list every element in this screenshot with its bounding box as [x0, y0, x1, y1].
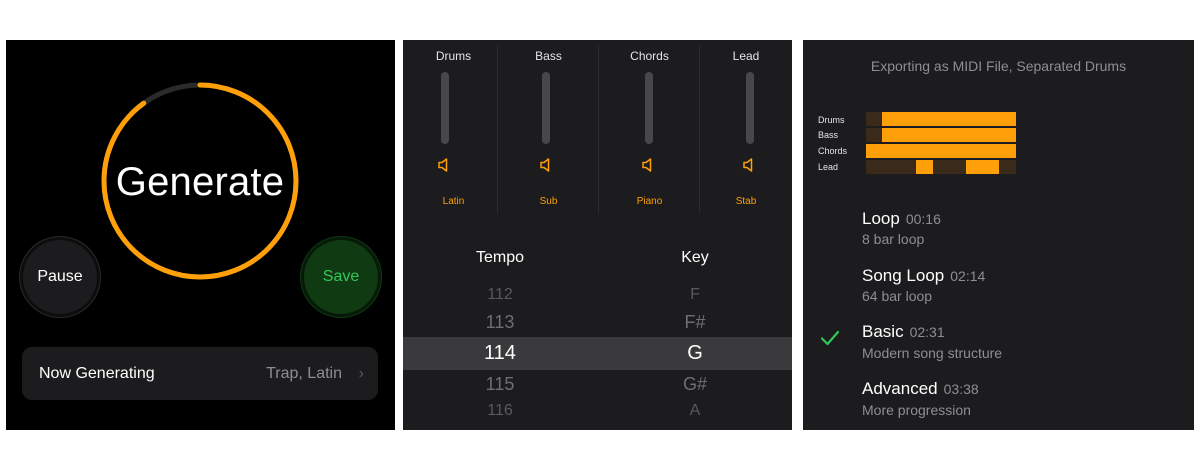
export-title: Exporting as MIDI File, Separated Drums — [870, 58, 1127, 74]
track-name: Bass — [535, 49, 562, 63]
speaker-icon[interactable] — [641, 157, 657, 173]
option-title-row: Advanced 03:38 — [862, 379, 979, 399]
chevron-right-icon: › — [358, 365, 364, 382]
option-title-row: Basic 02:31 — [862, 322, 945, 342]
key-header: Key — [681, 249, 709, 266]
picker-item[interactable]: 116 — [403, 402, 597, 420]
save-button[interactable]: Save — [304, 240, 378, 314]
sound-name[interactable]: Sub — [498, 196, 599, 207]
picker-item[interactable]: 113 — [403, 312, 597, 333]
option-title-row: Loop 00:16 — [862, 209, 941, 229]
option-duration: 02:14 — [950, 268, 986, 284]
lane-label: Drums — [818, 115, 845, 125]
checkmark-icon — [820, 330, 840, 346]
sound-name[interactable]: Piano — [599, 196, 700, 207]
export-screen: Exporting as MIDI File, Separated Drums … — [803, 40, 1194, 430]
picker-item-selected[interactable]: G — [598, 342, 792, 365]
option-duration: 03:38 — [943, 381, 979, 397]
pause-button[interactable]: Pause — [23, 240, 97, 314]
sound-name[interactable]: Stab — [700, 196, 792, 207]
option-title: Loop — [862, 209, 900, 228]
picker-item[interactable]: F# — [598, 312, 792, 333]
option-subtitle: Modern song structure — [862, 345, 1003, 361]
picker-item[interactable]: A — [598, 402, 792, 420]
option-duration: 02:31 — [909, 324, 945, 340]
option-subtitle: More progression — [862, 402, 971, 418]
generate-button[interactable]: Generate — [100, 159, 300, 205]
option-title: Basic — [862, 322, 904, 341]
picker-item[interactable]: 112 — [403, 286, 597, 304]
lane-block — [966, 160, 999, 174]
track-name: Lead — [732, 49, 760, 63]
lane-block — [882, 128, 1016, 142]
option-subtitle: 64 bar loop — [862, 288, 933, 304]
picker-item[interactable]: 115 — [403, 374, 597, 395]
now-generating-title: Now Generating — [39, 365, 155, 382]
tempo-header: Tempo — [475, 249, 525, 266]
track-chords: Chords Piano — [599, 40, 700, 213]
arrangement-preview — [866, 112, 1016, 174]
now-generating-row[interactable]: Now Generating Trap, Latin › — [22, 347, 378, 400]
lane-label: Bass — [818, 130, 839, 140]
option-title: Advanced — [862, 379, 938, 398]
track-name: Chords — [630, 49, 669, 63]
track-name: Drums — [435, 49, 472, 63]
picker-item-selected[interactable]: 114 — [403, 342, 597, 365]
track-bass: Bass Sub — [498, 40, 599, 213]
now-generating-value: Trap, Latin — [266, 365, 342, 382]
lane-label: Lead — [818, 162, 839, 172]
picker-item[interactable]: G# — [598, 374, 792, 395]
option-duration: 00:16 — [905, 211, 941, 227]
lane-block — [916, 160, 933, 174]
option-title: Song Loop — [862, 266, 945, 285]
speaker-icon[interactable] — [742, 157, 758, 173]
volume-fader[interactable] — [746, 72, 754, 144]
picker-item[interactable]: F — [598, 286, 792, 304]
mixer-screen: Drums Latin Bass Sub Chords Piano Lead S… — [403, 40, 792, 430]
volume-fader[interactable] — [645, 72, 653, 144]
volume-fader[interactable] — [441, 72, 449, 144]
track-lead: Lead Stab — [700, 40, 792, 213]
speaker-icon[interactable] — [539, 157, 555, 173]
volume-fader[interactable] — [542, 72, 550, 144]
option-title-row: Song Loop 02:14 — [862, 266, 985, 286]
speaker-icon[interactable] — [437, 157, 453, 173]
lane-block — [866, 144, 1016, 158]
sound-name[interactable]: Latin — [403, 196, 504, 207]
lane-block — [882, 112, 1016, 126]
generate-screen: Generate Pause Save Now Generating Trap,… — [6, 40, 395, 430]
lane-label: Chords — [818, 146, 848, 156]
option-subtitle: 8 bar loop — [862, 231, 925, 247]
track-drums: Drums Latin — [403, 40, 504, 213]
